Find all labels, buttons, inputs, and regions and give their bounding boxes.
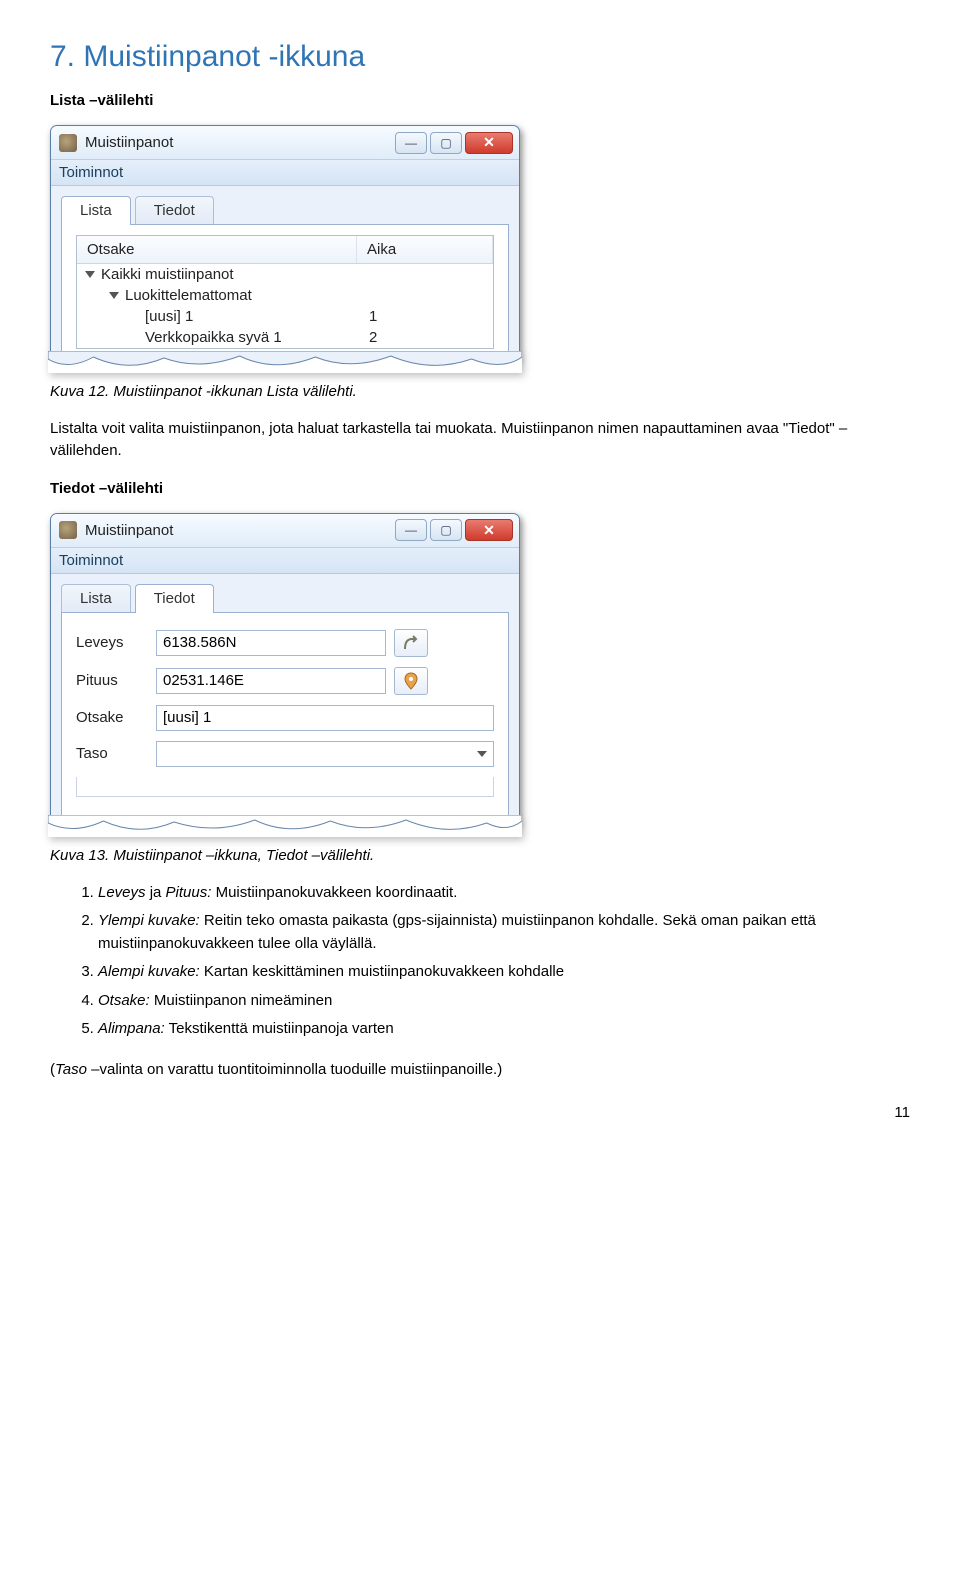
- tab-page-lista: Otsake Aika Kaikki muistiinpanot Luokitt…: [61, 224, 509, 364]
- route-from-here-button[interactable]: [394, 629, 428, 657]
- label-taso: Taso: [76, 745, 156, 762]
- tree-row-item[interactable]: Verkkopaikka syvä 1 2: [77, 327, 493, 348]
- screenshot-tiedot: Muistiinpanot — ▢ ✕ Toiminnot Lista Tied…: [50, 513, 520, 829]
- tab-tiedot[interactable]: Tiedot: [135, 584, 214, 613]
- listbox: Otsake Aika Kaikki muistiinpanot Luokitt…: [76, 235, 494, 349]
- chevron-down-icon: [477, 751, 487, 757]
- numbered-list: Leveys ja Pituus: Muistiinpanokuvakkeen …: [50, 882, 910, 1041]
- form-row-pituus: Pituus: [76, 667, 494, 695]
- col-header-otsake[interactable]: Otsake: [77, 236, 357, 263]
- subheading-tiedot: Tiedot –välilehti: [50, 480, 910, 497]
- list-item: Leveys ja Pituus: Muistiinpanokuvakkeen …: [98, 882, 910, 905]
- tree-value: 2: [365, 329, 493, 346]
- caption-fig13: Kuva 13. Muistiinpanot –ikkuna, Tiedot –…: [50, 847, 910, 864]
- paragraph-after-fig12: Listalta voit valita muistiinpanon, jota…: [50, 418, 910, 462]
- tree-value: 1: [365, 308, 493, 325]
- input-leveys[interactable]: [156, 630, 386, 656]
- tab-lista[interactable]: Lista: [61, 196, 131, 225]
- expand-icon[interactable]: [109, 292, 119, 299]
- caption-fig12: Kuva 12. Muistiinpanot -ikkunan Lista vä…: [50, 383, 910, 400]
- tab-page-tiedot: Leveys Pituus Otsake Taso: [61, 612, 509, 828]
- close-button[interactable]: ✕: [465, 519, 513, 541]
- client-area: Lista Tiedot Otsake Aika Kaikki muistiin…: [51, 186, 519, 364]
- tree-label: Verkkopaikka syvä 1: [145, 329, 282, 346]
- label-leveys: Leveys: [76, 634, 156, 651]
- tab-tiedot[interactable]: Tiedot: [135, 196, 214, 225]
- subheading-lista: Lista –välilehti: [50, 92, 910, 109]
- maximize-button[interactable]: ▢: [430, 519, 462, 541]
- minimize-button[interactable]: —: [395, 519, 427, 541]
- form-row-leveys: Leveys: [76, 629, 494, 657]
- page-number: 11: [50, 1104, 910, 1121]
- window-tiedot: Muistiinpanot — ▢ ✕ Toiminnot Lista Tied…: [50, 513, 520, 829]
- tree-label: Kaikki muistiinpanot: [101, 266, 234, 283]
- list-item: Alempi kuvake: Kartan keskittäminen muis…: [98, 961, 910, 984]
- titlebar: Muistiinpanot — ▢ ✕: [51, 126, 519, 160]
- tree-label: Luokittelemattomat: [125, 287, 252, 304]
- label-otsake: Otsake: [76, 709, 156, 726]
- label-pituus: Pituus: [76, 672, 156, 689]
- input-pituus[interactable]: [156, 668, 386, 694]
- close-button[interactable]: ✕: [465, 132, 513, 154]
- window-title: Muistiinpanot: [85, 134, 395, 151]
- torn-edge: [48, 815, 522, 837]
- torn-edge: [48, 351, 522, 373]
- form-row-otsake: Otsake: [76, 705, 494, 731]
- window-buttons: — ▢ ✕: [395, 132, 513, 154]
- list-item: Alimpana: Tekstikenttä muistiinpanoja va…: [98, 1018, 910, 1041]
- column-headers: Otsake Aika: [77, 236, 493, 264]
- tabstrip: Lista Tiedot: [61, 584, 509, 613]
- tree-rows: Kaikki muistiinpanot Luokittelemattomat …: [77, 264, 493, 348]
- expand-icon[interactable]: [85, 271, 95, 278]
- tree-row-group[interactable]: Luokittelemattomat: [77, 285, 493, 306]
- list-item: Otsake: Muistiinpanon nimeäminen: [98, 990, 910, 1013]
- titlebar: Muistiinpanot — ▢ ✕: [51, 514, 519, 548]
- tree-row-item[interactable]: [uusi] 1 1: [77, 306, 493, 327]
- list-item: Ylempi kuvake: Reitin teko omasta paikas…: [98, 910, 910, 955]
- center-map-button[interactable]: [394, 667, 428, 695]
- select-taso[interactable]: [156, 741, 494, 767]
- app-icon: [59, 521, 77, 539]
- maximize-button[interactable]: ▢: [430, 132, 462, 154]
- tab-lista[interactable]: Lista: [61, 584, 131, 613]
- menubar[interactable]: Toiminnot: [51, 548, 519, 574]
- tabstrip: Lista Tiedot: [61, 196, 509, 225]
- section-title: 7. Muistiinpanot -ikkuna: [50, 40, 910, 74]
- col-header-aika[interactable]: Aika: [357, 236, 493, 263]
- tree-label: [uusi] 1: [145, 308, 193, 325]
- minimize-button[interactable]: —: [395, 132, 427, 154]
- screenshot-lista: Muistiinpanot — ▢ ✕ Toiminnot Lista Tied…: [50, 125, 520, 365]
- form-row-taso: Taso: [76, 741, 494, 767]
- tree-row-root[interactable]: Kaikki muistiinpanot: [77, 264, 493, 285]
- footnote: (Taso –valinta on varattu tuontitoiminno…: [50, 1059, 910, 1081]
- menubar[interactable]: Toiminnot: [51, 160, 519, 186]
- window-buttons: — ▢ ✕: [395, 519, 513, 541]
- notes-textarea[interactable]: [76, 777, 494, 797]
- input-otsake[interactable]: [156, 705, 494, 731]
- app-icon: [59, 134, 77, 152]
- window-lista: Muistiinpanot — ▢ ✕ Toiminnot Lista Tied…: [50, 125, 520, 365]
- window-title: Muistiinpanot: [85, 522, 395, 539]
- client-area: Lista Tiedot Leveys Pituus Otsake: [51, 574, 519, 828]
